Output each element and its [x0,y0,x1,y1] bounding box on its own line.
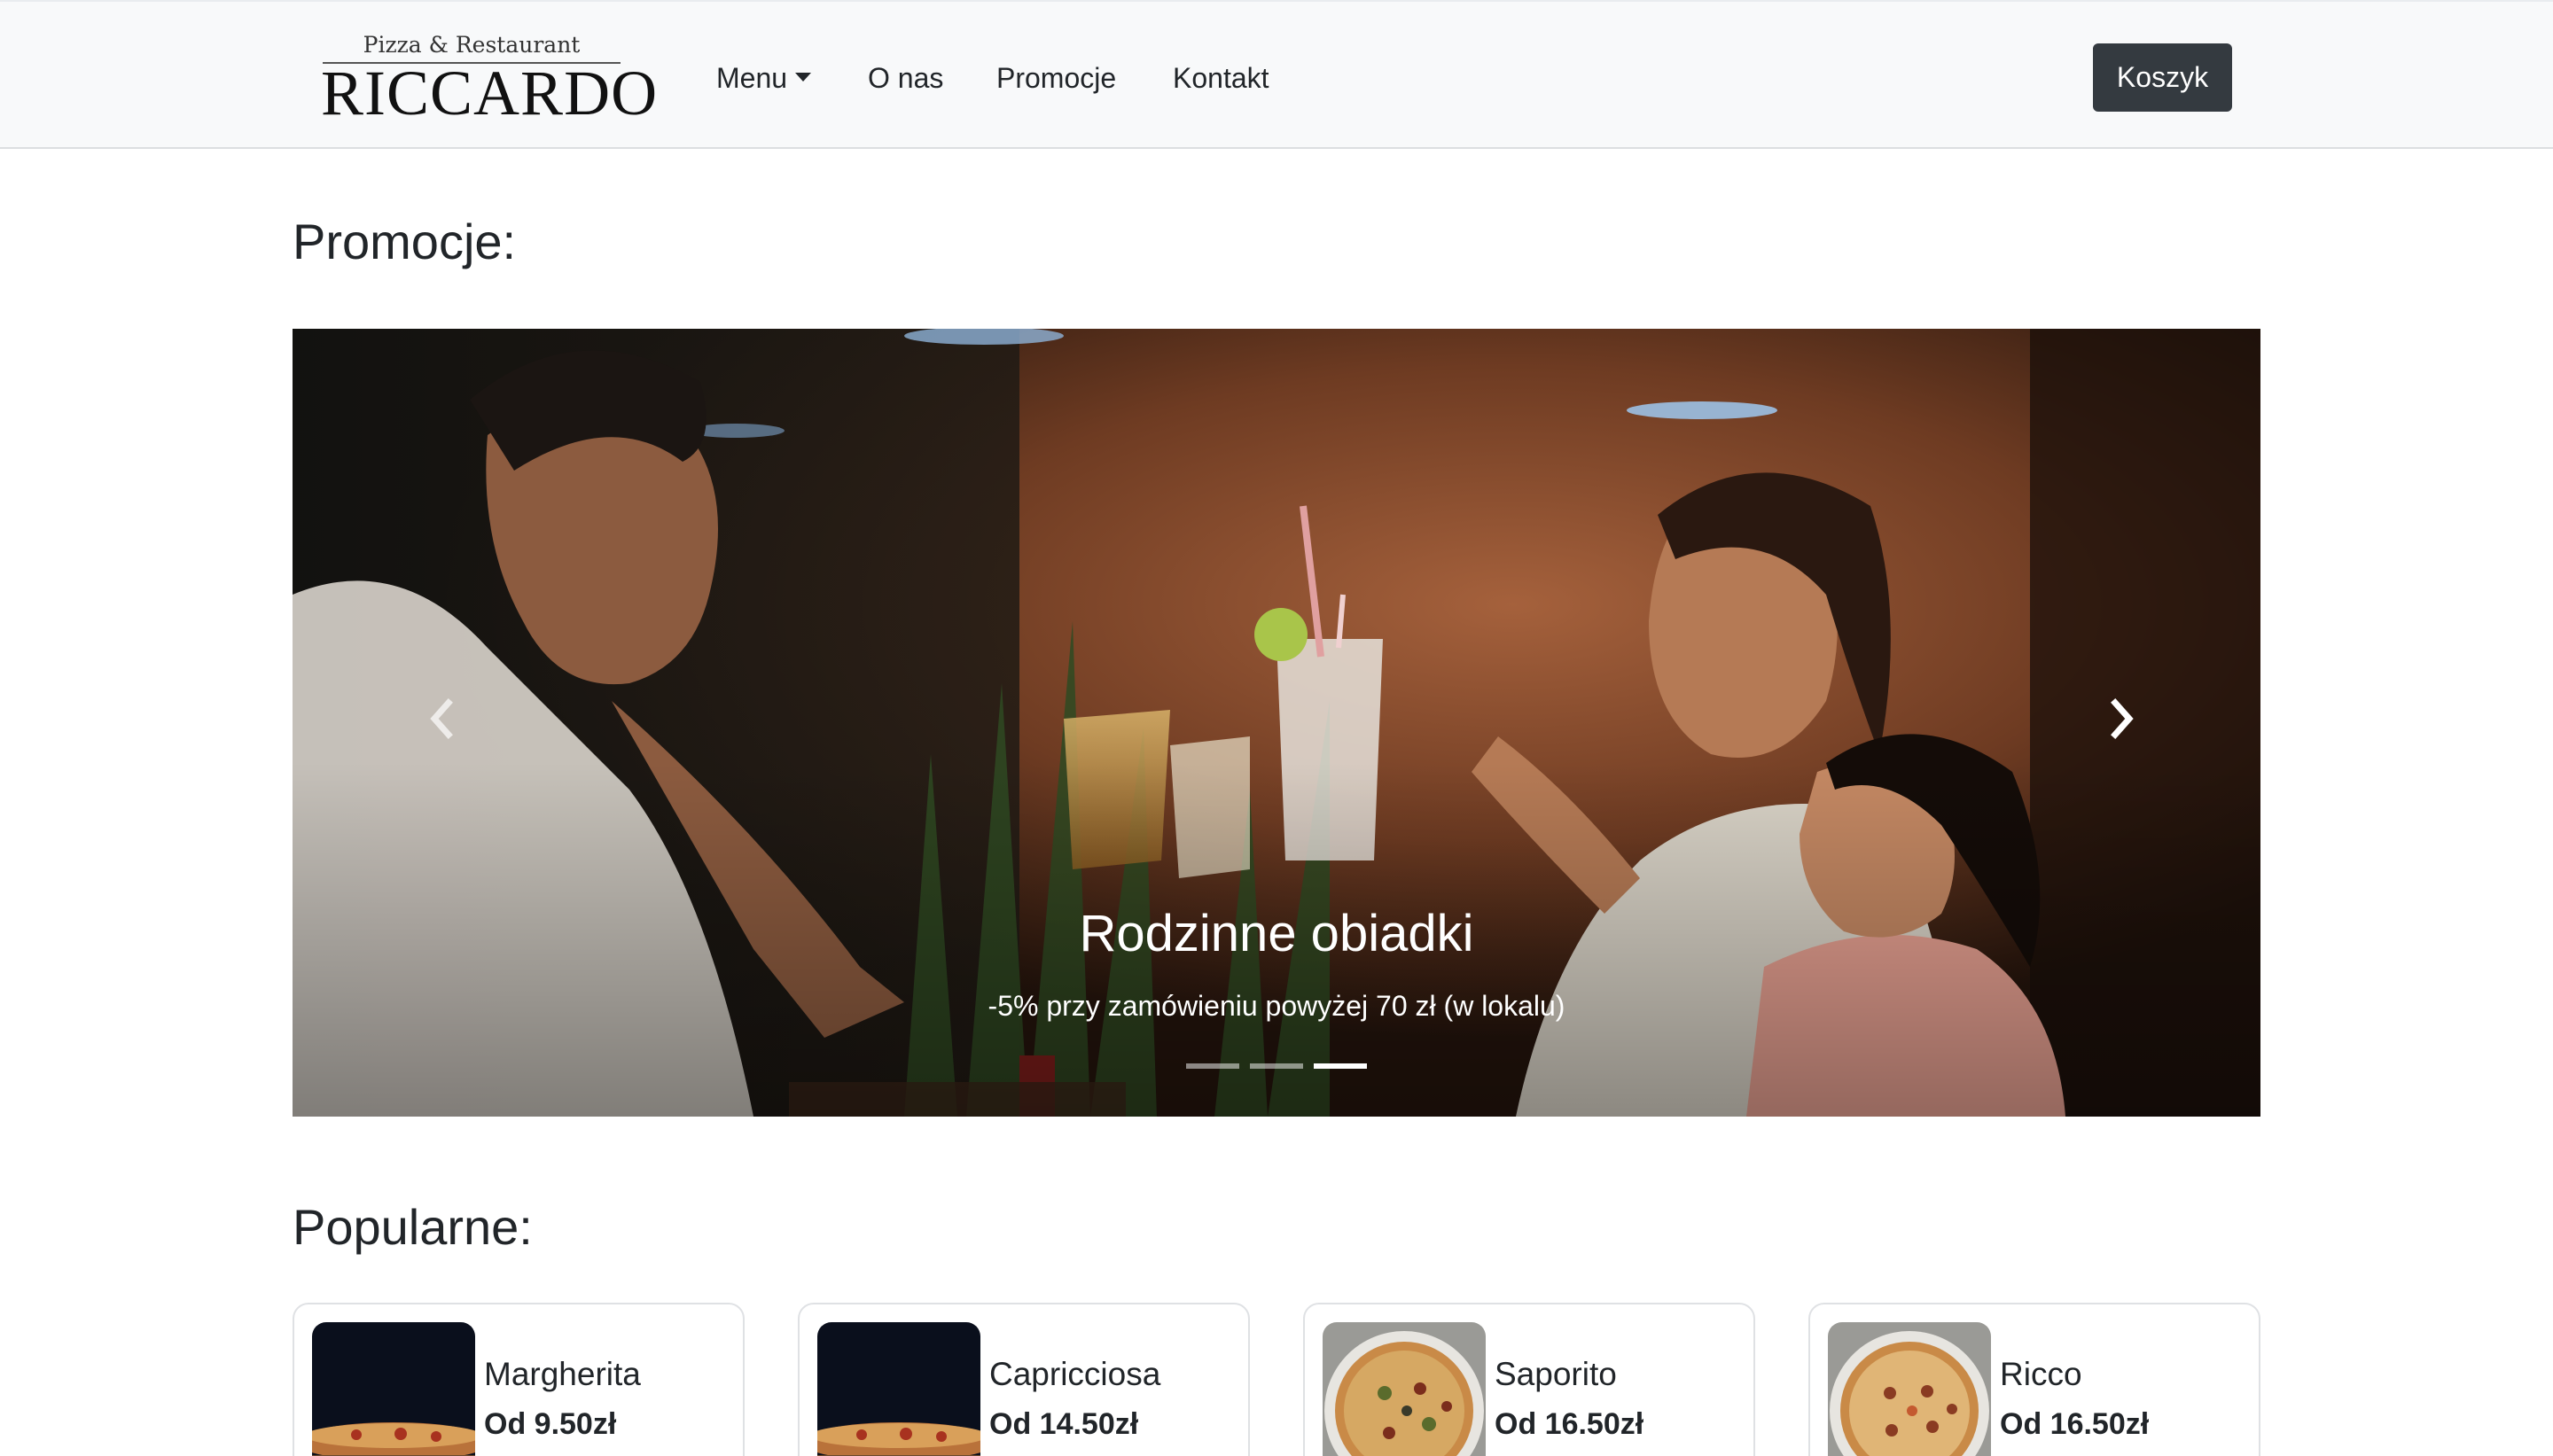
promotions-carousel[interactable]: Rodzinne obiadki -5% przy zamówieniu pow… [293,329,2260,1117]
cart-button[interactable]: Koszyk [2093,43,2232,112]
product-price: Od 16.50zł [1495,1407,1644,1441]
carousel-caption-title: Rodzinne obiadki [1079,905,1474,962]
nav-link-contact[interactable]: Kontakt [1173,58,1269,97]
carousel-indicators [293,1063,2260,1069]
promotions-heading: Promocje: [293,214,517,269]
nav-menu-dropdown[interactable]: Menu [716,58,812,97]
product-image [817,1322,980,1456]
product-card-saporito[interactable]: Saporito Od 16.50zł [1303,1303,1755,1456]
carousel-indicator-3[interactable] [1314,1063,1367,1069]
nav-link-about[interactable]: O nas [868,58,943,97]
carousel-prev-button[interactable] [415,683,468,754]
product-image [312,1322,475,1456]
product-image [1828,1322,1991,1456]
product-price: Od 9.50zł [484,1407,617,1441]
carousel-caption: Rodzinne obiadki -5% przy zamówieniu pow… [293,901,2260,1025]
product-card-ricco[interactable]: Ricco Od 16.50zł [1808,1303,2260,1456]
nav-menu-label: Menu [716,62,788,94]
carousel-indicator-1[interactable] [1186,1063,1239,1069]
popular-heading: Popularne: [293,1199,533,1255]
chevron-right-icon [2111,698,2134,739]
carousel-indicator-2[interactable] [1250,1063,1303,1069]
product-name: Capricciosa [989,1356,1161,1392]
pizza-side-view-image [817,1322,980,1456]
product-card-capricciosa[interactable]: Capricciosa Od 14.50zł [798,1303,1250,1456]
product-image [1323,1322,1486,1456]
carousel-caption-text: -5% przy zamówieniu powyżej 70 zł (w lok… [988,990,1565,1022]
nav-link-promotions[interactable]: Promocje [996,58,1116,97]
pizza-top-view-image [1323,1322,1486,1456]
product-price: Od 14.50zł [989,1407,1139,1441]
product-name: Saporito [1495,1356,1617,1392]
brand-name: RICCARDO [321,58,659,128]
brand-logo[interactable]: Pizza & Restaurant RICCARDO [321,28,657,128]
product-price: Od 16.50zł [2000,1407,2150,1441]
product-name: Ricco [2000,1356,2082,1392]
carousel-next-button[interactable] [2096,683,2149,754]
pizza-top-view-image [1828,1322,1991,1456]
navbar: Pizza & Restaurant RICCARDO Menu O nas P… [0,0,2553,149]
product-name: Margherita [484,1356,641,1392]
pizza-side-view-image [312,1322,475,1456]
product-card-margherita[interactable]: Margherita Od 9.50zł [293,1303,745,1456]
chevron-left-icon [430,698,453,739]
brand-subtitle: Pizza & Restaurant [363,32,581,58]
caret-down-icon [795,73,812,82]
